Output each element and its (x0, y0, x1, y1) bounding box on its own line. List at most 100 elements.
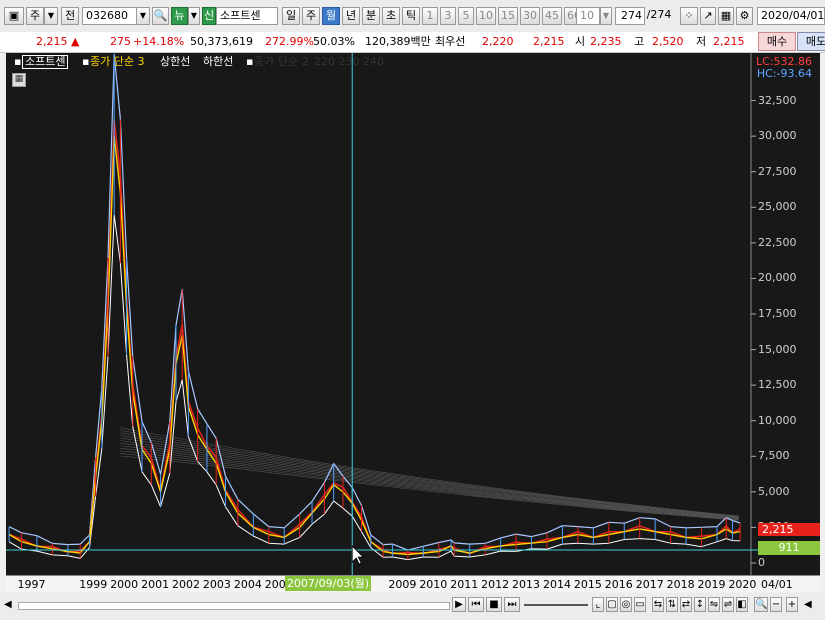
mode-dropdown[interactable]: 주 (26, 7, 44, 25)
period-month-button[interactable]: 월 (322, 7, 340, 25)
tool-k-icon[interactable]: ◧ (736, 597, 748, 612)
sell-button[interactable]: 매도 (797, 32, 825, 51)
interval-10-button[interactable]: 10 (476, 7, 496, 25)
low-price: 2,215 (713, 35, 745, 48)
buy-button[interactable]: 매수 (758, 32, 796, 51)
zoom-icon[interactable]: 🔍 (754, 597, 768, 612)
scroll-right-icon[interactable]: ◀ (804, 597, 818, 612)
period-year-button[interactable]: 년 (342, 7, 360, 25)
speed-slider[interactable] (524, 604, 588, 606)
time-axis: 1997199920002001200220032004200520200920… (6, 575, 820, 592)
play-icon[interactable]: ▶ (452, 597, 466, 612)
crosshair-date-tag: 2007/09/03(월) (285, 576, 371, 591)
chevron-down-icon[interactable]: ▼ (44, 7, 58, 25)
scroll-left-icon[interactable]: ◀ (4, 597, 16, 612)
x-tick-label: 2016 (604, 578, 633, 591)
x-tick-label: 2019 (697, 578, 726, 591)
long-ma-line (120, 435, 739, 518)
table-icon[interactable]: ▦ (12, 73, 26, 87)
x-tick-label: 2010 (419, 578, 448, 591)
upper-band-line (8, 53, 741, 551)
y-tick-label: 17,500 (758, 307, 797, 320)
tool-g-icon[interactable]: ⇄ (680, 597, 692, 612)
x-tick-label: 2014 (542, 578, 571, 591)
stock-name-field[interactable]: 소프트센 (216, 7, 278, 25)
y-tick-label: 7,500 (758, 449, 790, 463)
legend-ma2-params: 220 230 240 (314, 55, 384, 68)
trend-icon[interactable]: ↗ (700, 7, 716, 25)
x-tick-label: 2002 (172, 578, 201, 591)
crosshair-value-tag: 911 (758, 541, 820, 555)
tool-h-icon[interactable]: ↕ (694, 597, 706, 612)
low-label: 저 (696, 35, 707, 48)
layout-icon[interactable]: ▣ (4, 7, 24, 25)
best-ask: 2,220 (482, 35, 514, 48)
x-tick-label: 1999 (79, 578, 108, 591)
tool-i-icon[interactable]: ⇋ (708, 597, 720, 612)
interval-15-button[interactable]: 15 (498, 7, 518, 25)
count-input[interactable]: 274 (615, 7, 645, 25)
fast-forward-icon[interactable]: ⏭ (504, 597, 520, 612)
period-tick-button[interactable]: 틱 (402, 7, 420, 25)
current-price: 2,215 (36, 35, 68, 48)
legend-upper-label[interactable]: 상한선 (160, 55, 190, 69)
interval-3-button[interactable]: 3 (440, 7, 456, 25)
legend-ma2-label[interactable]: 종가 단순 2 (254, 55, 308, 69)
chart-canvas[interactable] (6, 53, 820, 575)
interval-1-button[interactable]: 1 (422, 7, 438, 25)
trade-amount: 120,389백만 (365, 35, 431, 48)
save-icon[interactable]: ▦ (718, 7, 734, 25)
interval-5-button[interactable]: 5 (458, 7, 474, 25)
interval-input[interactable]: 10 (576, 7, 600, 25)
best-bid: 2,215 (533, 35, 565, 48)
code-dropdown-icon[interactable]: ▼ (136, 7, 150, 25)
type-button[interactable]: 전 (61, 7, 79, 25)
news-button[interactable]: 뉴 (171, 7, 188, 25)
tool-j-icon[interactable]: ⇌ (722, 597, 734, 612)
best-quote-label: 최우선 (435, 35, 466, 48)
x-tick-label: 1997 (17, 578, 46, 591)
x-tick-label: 2011 (450, 578, 479, 591)
x-tick-label: 2013 (512, 578, 541, 591)
x-tick-label: 2018 (666, 578, 695, 591)
tool-f-icon[interactable]: ⇅ (666, 597, 678, 612)
legend-stock-name[interactable]: 소프트센 (22, 55, 69, 69)
interval-dropdown-icon[interactable]: ▼ (600, 7, 612, 25)
y-tick-label: 30,000 (758, 129, 797, 143)
tool-d-icon[interactable]: ▭ (634, 597, 646, 612)
date-input[interactable]: 2020/04/01 (757, 7, 825, 25)
legend-marker-icon-3: ▪ (246, 55, 254, 68)
gear-icon[interactable]: ⚙ (736, 7, 753, 25)
y-tick-label: 27,500 (758, 164, 797, 178)
horizontal-scrollbar[interactable] (18, 602, 450, 610)
y-tick-label: 0 (758, 556, 765, 569)
legend-lower-label[interactable]: 하한선 (203, 55, 233, 69)
period-minute-button[interactable]: 분 (362, 7, 380, 25)
x-tick-label: 2001 (141, 578, 170, 591)
price-chart[interactable]: ▪ 소프트센 ▪ 종가 단순 3 상한선 하한선 ▪ 종가 단순 2 220 2… (6, 53, 820, 592)
x-tick-label: 2009 (388, 578, 417, 591)
y-tick-label: 15,000 (758, 342, 797, 356)
interval-45-button[interactable]: 45 (542, 7, 562, 25)
interval-30-button[interactable]: 30 (520, 7, 540, 25)
zoom-out-icon[interactable]: − (770, 597, 782, 612)
stop-icon[interactable]: ■ (486, 597, 502, 612)
code-input[interactable]: 032680 (82, 7, 137, 25)
legend-ma-label[interactable]: 종가 단순 3 (90, 55, 144, 69)
rewind-icon[interactable]: ⏮ (468, 597, 484, 612)
period-week-button[interactable]: 주 (302, 7, 320, 25)
long-ma-line (120, 432, 739, 518)
tool-b-icon[interactable]: ▢ (606, 597, 618, 612)
tool-c-icon[interactable]: ◎ (620, 597, 632, 612)
new-badge[interactable]: 신 (202, 7, 216, 25)
long-ma-line (120, 430, 739, 517)
tool-a-icon[interactable]: ⌞ (592, 597, 604, 612)
tool-e-icon[interactable]: ⇆ (652, 597, 664, 612)
search-icon[interactable]: 🔍 (152, 7, 169, 25)
zoom-in-icon[interactable]: + (786, 597, 798, 612)
period-second-button[interactable]: 초 (382, 7, 400, 25)
grid-icon[interactable]: ⁘ (680, 7, 698, 25)
news-dropdown-icon[interactable]: ▼ (188, 7, 200, 25)
x-tick-label: 2015 (573, 578, 602, 591)
period-day-button[interactable]: 일 (282, 7, 300, 25)
